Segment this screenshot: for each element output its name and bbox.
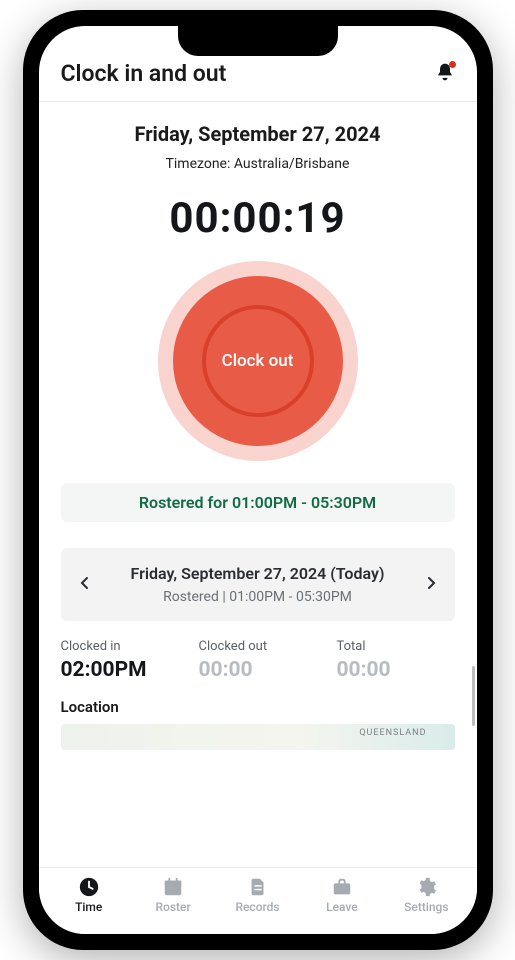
location-map[interactable]: QUEENSLAND	[61, 724, 455, 750]
briefcase-icon	[331, 876, 353, 898]
day-nav-title: Friday, September 27, 2024 (Today)	[95, 564, 421, 583]
phone-frame: Clock in and out Friday, September 27, 2…	[23, 10, 493, 950]
elapsed-timer: 00:00:19	[61, 194, 455, 243]
stat-value: 02:00PM	[61, 658, 179, 682]
chevron-right-icon	[427, 576, 437, 590]
timezone-text: Timezone: Australia/Brisbane	[61, 156, 455, 172]
prev-day-button[interactable]	[73, 569, 95, 600]
tab-settings[interactable]: Settings	[384, 876, 468, 914]
stats-row: Clocked in 02:00PM Clocked out 00:00 Tot…	[61, 639, 455, 682]
main-content: Friday, September 27, 2024 Timezone: Aus…	[39, 102, 477, 867]
stat-label: Clocked out	[199, 639, 317, 654]
page-title: Clock in and out	[61, 60, 227, 87]
stat-clocked-in: Clocked in 02:00PM	[61, 639, 179, 682]
location-label: Location	[61, 698, 455, 716]
chevron-left-icon	[79, 576, 89, 590]
tab-label: Leave	[326, 900, 358, 914]
map-region-label: QUEENSLAND	[359, 728, 426, 738]
gear-icon	[415, 876, 437, 898]
day-navigator: Friday, September 27, 2024 (Today) Roste…	[61, 548, 455, 621]
clock-icon	[78, 876, 100, 898]
tab-time[interactable]: Time	[47, 876, 131, 914]
next-day-button[interactable]	[421, 569, 443, 600]
stat-total: Total 00:00	[337, 639, 455, 682]
app-screen: Clock in and out Friday, September 27, 2…	[39, 26, 477, 934]
tab-label: Settings	[404, 900, 448, 914]
date-heading: Friday, September 27, 2024	[61, 122, 455, 146]
stat-value: 00:00	[337, 658, 455, 682]
tab-leave[interactable]: Leave	[300, 876, 384, 914]
stat-label: Total	[337, 639, 455, 654]
tab-label: Records	[235, 900, 279, 914]
stat-value: 00:00	[199, 658, 317, 682]
tab-roster[interactable]: Roster	[131, 876, 215, 914]
clock-out-button[interactable]: Clock out	[158, 261, 358, 461]
roster-badge: Rostered for 01:00PM - 05:30PM	[61, 483, 455, 522]
document-icon	[247, 876, 269, 898]
notifications-button[interactable]	[435, 62, 455, 86]
clock-button-mid: Clock out	[173, 276, 343, 446]
clock-button-label: Clock out	[202, 305, 314, 417]
tab-label: Roster	[156, 900, 191, 914]
scrollbar[interactable]	[472, 666, 475, 726]
stat-clocked-out: Clocked out 00:00	[199, 639, 317, 682]
tab-records[interactable]: Records	[215, 876, 299, 914]
calendar-icon	[162, 876, 184, 898]
tab-bar: Time Roster Records Leave Settings	[39, 867, 477, 934]
phone-notch	[178, 26, 338, 56]
tab-label: Time	[75, 900, 102, 914]
day-nav-subtitle: Rostered | 01:00PM - 05:30PM	[95, 589, 421, 605]
stat-label: Clocked in	[61, 639, 179, 654]
notification-dot-icon	[449, 61, 456, 68]
